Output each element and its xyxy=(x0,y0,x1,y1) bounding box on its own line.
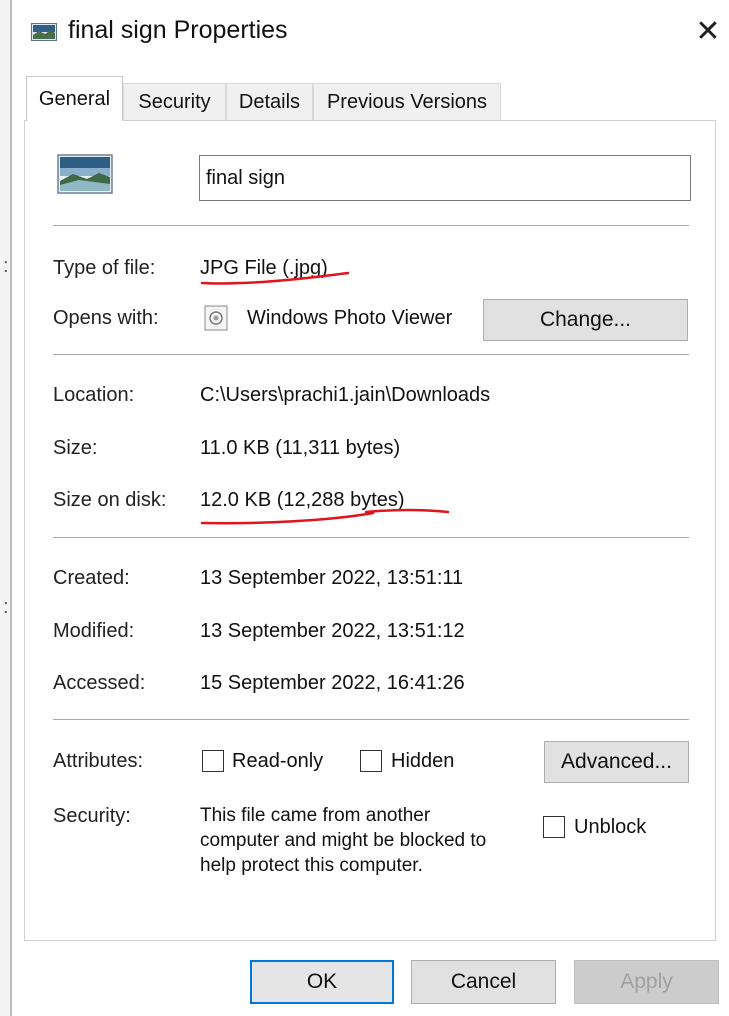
advanced-button[interactable]: Advanced... xyxy=(544,741,689,783)
security-note-line: computer and might be blocked to xyxy=(200,830,487,851)
unblock-checkbox[interactable] xyxy=(543,816,565,838)
size-label: Size: xyxy=(53,437,98,459)
tab-details[interactable]: Details xyxy=(226,83,313,120)
ok-button[interactable]: OK xyxy=(250,960,394,1004)
created-value: 13 September 2022, 13:51:11 xyxy=(200,567,464,589)
separator xyxy=(53,537,689,538)
background-window-edge xyxy=(0,0,12,1016)
red-annotation-underline xyxy=(200,271,350,285)
hidden-checkbox[interactable] xyxy=(360,750,382,772)
tab-security[interactable]: Security xyxy=(123,83,226,120)
read-only-label[interactable]: Read-only xyxy=(232,750,323,773)
background-edge-mark: : xyxy=(3,255,9,277)
tab-previous-versions[interactable]: Previous Versions xyxy=(313,83,501,120)
accessed-label: Accessed: xyxy=(53,672,146,694)
separator xyxy=(53,225,689,226)
type-of-file-label: Type of file: xyxy=(53,257,156,279)
security-label: Security: xyxy=(53,805,131,827)
photo-viewer-icon xyxy=(204,305,228,331)
file-name-input[interactable] xyxy=(199,155,691,201)
close-button[interactable]: ✕ xyxy=(688,8,728,54)
read-only-checkbox[interactable] xyxy=(202,750,224,772)
accessed-value: 15 September 2022, 16:41:26 xyxy=(200,672,465,694)
modified-value: 13 September 2022, 13:51:12 xyxy=(200,620,465,642)
close-icon: ✕ xyxy=(695,14,721,48)
image-file-icon xyxy=(57,154,113,194)
background-edge-mark: : xyxy=(3,596,9,618)
separator xyxy=(53,354,689,355)
separator xyxy=(53,719,689,720)
location-value: C:\Users\prachi1.jain\Downloads xyxy=(200,384,491,406)
apply-button[interactable]: Apply xyxy=(574,960,719,1004)
security-note: This file came from another computer and… xyxy=(200,803,486,878)
unblock-label[interactable]: Unblock xyxy=(574,816,646,839)
opens-with-value: Windows Photo Viewer xyxy=(247,307,453,329)
tab-general[interactable]: General xyxy=(26,76,123,121)
location-label: Location: xyxy=(53,384,135,406)
image-file-icon xyxy=(31,23,57,41)
modified-label: Modified: xyxy=(53,620,135,642)
attributes-label: Attributes: xyxy=(53,750,144,772)
created-label: Created: xyxy=(53,567,130,589)
change-button[interactable]: Change... xyxy=(483,299,688,341)
size-on-disk-label: Size on disk: xyxy=(53,489,167,511)
security-note-line: help protect this computer. xyxy=(200,855,423,876)
security-note-line: This file came from another xyxy=(200,805,431,826)
hidden-label[interactable]: Hidden xyxy=(391,750,454,773)
cancel-button[interactable]: Cancel xyxy=(411,960,556,1004)
opens-with-label: Opens with: xyxy=(53,307,159,329)
size-value: 11.0 KB (11,311 bytes) xyxy=(200,437,401,459)
window-title: final sign Properties xyxy=(68,16,288,44)
red-annotation-underline xyxy=(200,508,450,525)
